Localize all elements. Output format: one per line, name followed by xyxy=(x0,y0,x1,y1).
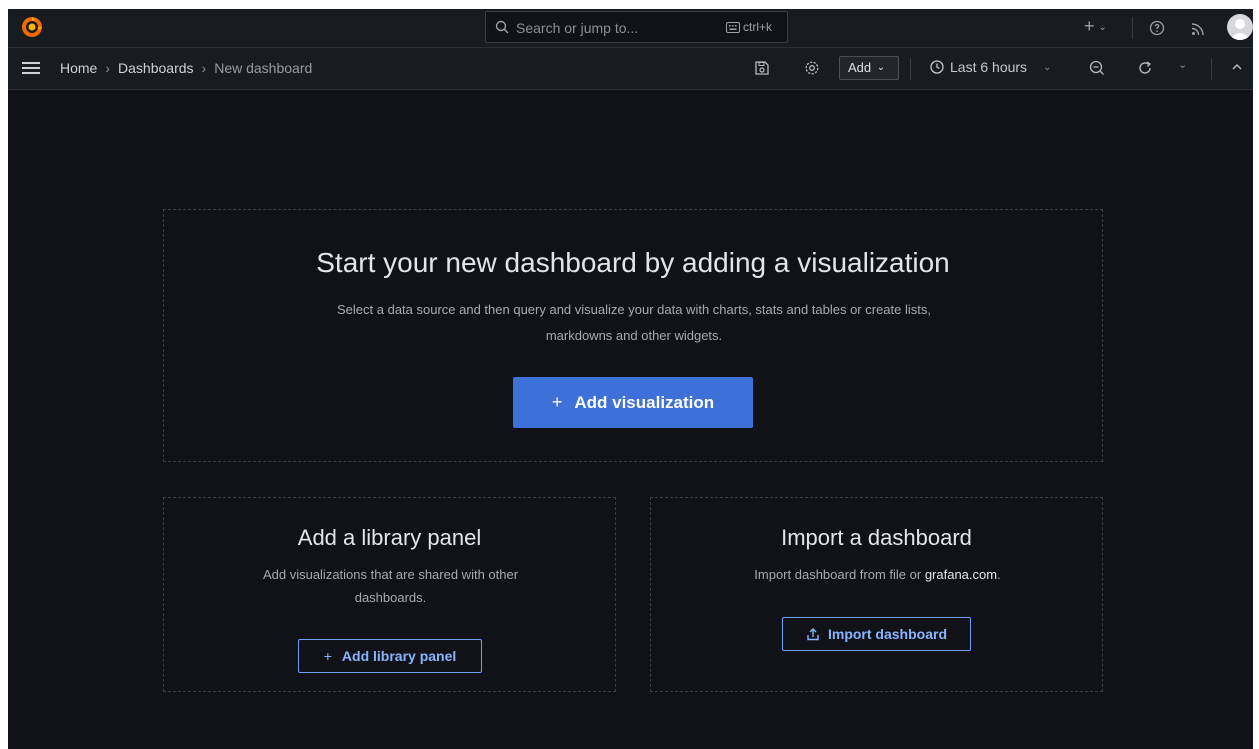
empty-dashboard-title: Start your new dashboard by adding a vis… xyxy=(316,247,950,278)
breadcrumb-home[interactable]: Home xyxy=(60,60,97,76)
library-panel-description: Add visualizations that are shared with … xyxy=(224,563,557,609)
chevron-up-icon[interactable] xyxy=(1231,62,1243,72)
description-text: . xyxy=(997,567,1001,582)
divider xyxy=(1132,17,1133,39)
description-line: dashboards. xyxy=(354,590,427,605)
time-range-label: Last 6 hours xyxy=(950,59,1028,75)
add-library-panel-button[interactable]: + Add library panel xyxy=(298,639,482,673)
breadcrumb-dashboards[interactable]: Dashboards xyxy=(118,60,194,76)
shortcut-text: ctrl+k xyxy=(743,20,773,34)
top-bar: Search or jump to... ctrl+k + ⌄ xyxy=(8,9,1253,48)
divider xyxy=(910,58,911,80)
chevron-down-icon: ⌄ xyxy=(1098,22,1107,33)
plus-icon: + xyxy=(1084,16,1095,36)
keyboard-icon xyxy=(726,22,740,33)
chevron-right-icon: › xyxy=(105,60,111,76)
app-window: Search or jump to... ctrl+k + ⌄ Home › D… xyxy=(8,9,1253,749)
empty-dashboard-description: Select a data source and then query and … xyxy=(259,297,1009,349)
menu-icon[interactable] xyxy=(22,61,40,75)
description-line: Add visualizations that are shared with … xyxy=(262,567,519,582)
grafana-logo-icon[interactable] xyxy=(20,15,44,39)
import-dashboard-title: Import a dashboard xyxy=(781,525,972,550)
avatar[interactable] xyxy=(1227,14,1253,40)
chevron-right-icon: › xyxy=(201,60,207,76)
grafana-com-link[interactable]: grafana.com xyxy=(925,567,997,582)
import-dashboard-description: Import dashboard from file or grafana.co… xyxy=(691,563,1064,586)
plus-icon: + xyxy=(551,392,563,412)
add-library-panel-label: Add library panel xyxy=(341,648,457,664)
clock-icon xyxy=(930,60,944,74)
keyboard-shortcut: ctrl+k xyxy=(726,20,772,34)
add-menu-button[interactable]: Add ⌄ xyxy=(839,56,899,80)
breadcrumb: Home › Dashboards › New dashboard xyxy=(60,60,312,76)
zoom-out-icon[interactable] xyxy=(1089,60,1105,76)
rss-icon[interactable] xyxy=(1191,20,1205,38)
search-placeholder: Search or jump to... xyxy=(516,20,639,36)
settings-gear-icon[interactable] xyxy=(804,60,820,76)
library-panel-title: Add a library panel xyxy=(297,525,482,550)
breadcrumb-current: New dashboard xyxy=(214,60,313,76)
import-dashboard-button[interactable]: Import dashboard xyxy=(782,617,971,651)
help-icon[interactable] xyxy=(1149,19,1165,37)
search-icon xyxy=(495,20,509,34)
upload-icon xyxy=(807,628,819,641)
chevron-down-icon: ⌄ xyxy=(876,62,886,73)
time-range-picker[interactable]: Last 6 hours ⌄ xyxy=(930,59,1051,75)
refresh-interval-chevron-icon[interactable]: ⌄ xyxy=(1178,58,1187,71)
search-input[interactable]: Search or jump to... ctrl+k xyxy=(485,11,788,43)
import-dashboard-label: Import dashboard xyxy=(827,626,947,642)
user-icon xyxy=(1230,19,1250,40)
divider xyxy=(1211,58,1212,80)
description-line: Select a data source and then query and … xyxy=(337,302,931,317)
add-visualization-label: Add visualization xyxy=(574,393,715,412)
add-visualization-button[interactable]: + Add visualization xyxy=(513,377,753,428)
add-label: Add xyxy=(848,60,872,75)
import-dashboard-card: Import a dashboard Import dashboard from… xyxy=(650,497,1103,692)
dashboard-nav-bar: Home › Dashboards › New dashboard Add ⌄ Last… xyxy=(8,48,1253,90)
refresh-icon[interactable] xyxy=(1137,60,1153,76)
empty-dashboard-card: Start your new dashboard by adding a vis… xyxy=(163,209,1103,462)
description-text: Import dashboard from file or xyxy=(754,567,925,582)
plus-icon: + xyxy=(323,648,332,664)
new-menu-button[interactable]: + ⌄ xyxy=(1084,16,1107,36)
save-icon[interactable] xyxy=(754,60,770,76)
description-line: markdowns and other widgets. xyxy=(545,328,723,343)
chevron-down-icon: ⌄ xyxy=(1042,62,1052,73)
library-panel-card: Add a library panel Add visualizations t… xyxy=(163,497,616,692)
